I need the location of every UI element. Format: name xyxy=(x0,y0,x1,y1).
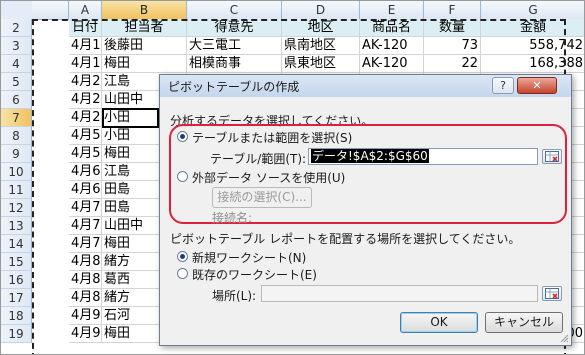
column-header-d[interactable]: D xyxy=(282,1,360,20)
radio-existing-worksheet-label[interactable]: 既存のワークシート(E) xyxy=(192,266,317,283)
table-range-label: テーブル/範囲(T): xyxy=(210,152,307,166)
close-button[interactable]: ✕ xyxy=(517,77,557,94)
active-cell-b7[interactable] xyxy=(102,108,159,128)
row-header-5[interactable]: 5 xyxy=(1,73,32,91)
row-header-10[interactable]: 10 xyxy=(1,163,32,181)
header-cell[interactable]: 担当者 xyxy=(102,19,187,37)
radio-table-range-label[interactable]: テーブルまたは範囲を選択(S) xyxy=(192,129,352,146)
table-cell[interactable]: 4月6日 xyxy=(69,181,102,199)
row-header-9[interactable]: 9 xyxy=(1,145,32,163)
table-cell[interactable]: 4月2日 xyxy=(69,91,102,109)
row-header-6[interactable]: 6 xyxy=(1,91,32,109)
section-location-label: ピボットテーブル レポートを配置する場所を選択してください。 xyxy=(170,232,521,246)
header-cell[interactable]: 日付 xyxy=(69,19,102,37)
row-header-13[interactable]: 13 xyxy=(1,217,32,235)
radio-new-worksheet-label[interactable]: 新規ワークシート(N) xyxy=(192,249,306,266)
table-cell[interactable]: 558,742 xyxy=(481,37,584,55)
location-label: 場所(L): xyxy=(212,289,257,303)
table-cell[interactable]: 4月7日 xyxy=(69,217,102,235)
table-cell[interactable]: 4月9日 xyxy=(69,325,102,343)
table-cell[interactable]: 後藤田 xyxy=(102,37,187,55)
row-header-14[interactable]: 14 xyxy=(1,235,32,253)
row-header-19[interactable]: 19 xyxy=(1,325,32,343)
select-all-corner[interactable] xyxy=(1,1,33,21)
column-header-b[interactable]: B xyxy=(102,1,187,20)
excel-window: ABCDEFG 2 3 4 5 6 7 8 9 10 11 12 13 14 15 16 17 18 19 日付担… xyxy=(0,0,585,355)
radio-new-worksheet[interactable] xyxy=(177,251,188,262)
radio-existing-worksheet[interactable] xyxy=(177,268,188,279)
help-button[interactable]: ? xyxy=(492,77,514,94)
table-cell[interactable]: 4月1日 xyxy=(69,55,102,73)
row-header-7[interactable]: 7 xyxy=(1,109,32,127)
table-range-input[interactable]: データ!$A$2:$G$60 xyxy=(308,148,538,165)
table-cell[interactable]: 県南地区 xyxy=(282,37,360,55)
header-cell[interactable]: 商品名 xyxy=(360,19,424,37)
table-cell[interactable]: 梅田 xyxy=(102,55,187,73)
column-header-blank[interactable] xyxy=(32,1,69,20)
range-select-icon xyxy=(545,288,559,299)
table-cell[interactable]: AK-120 xyxy=(360,55,424,73)
dialog-title: ピボットテーブルの作成 xyxy=(168,80,300,94)
ok-button[interactable]: OK xyxy=(400,312,478,333)
column-header-f[interactable]: F xyxy=(424,1,481,20)
row-header-12[interactable]: 12 xyxy=(1,199,32,217)
column-header-c[interactable]: C xyxy=(187,1,282,20)
table-cell[interactable]: 73 xyxy=(424,37,481,55)
row-header-11[interactable]: 11 xyxy=(1,181,32,199)
row-header-8[interactable]: 8 xyxy=(1,127,32,145)
row-header-16[interactable]: 16 xyxy=(1,271,32,289)
table-cell[interactable]: 4月9日 xyxy=(69,307,102,325)
table-range-picker-button[interactable] xyxy=(542,149,562,164)
table-cell[interactable]: 4月8日 xyxy=(69,271,102,289)
row-header-4[interactable]: 4 xyxy=(1,55,32,73)
header-cell[interactable]: 地区 xyxy=(282,19,360,37)
table-cell[interactable]: AK-120 xyxy=(360,37,424,55)
table-cell[interactable]: 4月7日 xyxy=(69,199,102,217)
column-header-a[interactable]: A xyxy=(69,1,102,20)
table-cell[interactable]: 4月2日 xyxy=(69,109,102,127)
row-header-17[interactable]: 17 xyxy=(1,289,32,307)
table-range-value: データ!$A$2:$G$60 xyxy=(311,149,429,163)
resize-grip-icon[interactable] xyxy=(559,333,569,343)
range-select-icon xyxy=(545,151,559,162)
table-cell[interactable]: 4月7日 xyxy=(69,235,102,253)
table-cell[interactable]: 4月5日 xyxy=(69,145,102,163)
table-cell[interactable]: 4月1日 xyxy=(69,37,102,55)
dialog-title-bar[interactable]: ピボットテーブルの作成 ? ✕ xyxy=(160,75,571,97)
table-cell[interactable]: 4月6日 xyxy=(69,163,102,181)
header-cell[interactable]: 得意先 xyxy=(187,19,282,37)
radio-external-source-label[interactable]: 外部データ ソースを使用(U) xyxy=(192,169,345,186)
choose-connection-button[interactable]: 接続の選択(C)... xyxy=(212,187,312,208)
row-header-3[interactable]: 3 xyxy=(1,37,32,55)
radio-table-range[interactable] xyxy=(177,131,188,142)
table-cell[interactable]: 4月2日 xyxy=(69,73,102,91)
row-header-15[interactable]: 15 xyxy=(1,253,32,271)
table-cell[interactable]: 県東地区 xyxy=(282,55,360,73)
table-cell[interactable]: 168,388 xyxy=(481,55,584,73)
connection-name-label: 接続名: xyxy=(212,211,253,225)
table-cell[interactable]: 4月8日 xyxy=(69,289,102,307)
location-input[interactable] xyxy=(261,285,538,302)
table-cell[interactable]: 4月5日 xyxy=(69,127,102,145)
column-header-e[interactable]: E xyxy=(360,1,424,20)
table-cell[interactable]: 大三電工 xyxy=(187,37,282,55)
header-cell[interactable]: 金額 xyxy=(481,19,584,37)
cancel-button[interactable]: キャンセル xyxy=(485,312,563,333)
radio-external-source[interactable] xyxy=(177,171,188,182)
row-header-18[interactable]: 18 xyxy=(1,307,32,325)
create-pivottable-dialog: ピボットテーブルの作成 ? ✕ 分析するデータを選択してください。 テーブルまた… xyxy=(159,74,572,346)
table-cell[interactable]: 4月8日 xyxy=(69,253,102,271)
column-header-g[interactable]: G xyxy=(481,1,584,20)
location-picker-button[interactable] xyxy=(542,286,562,301)
table-cell[interactable]: 相模商事 xyxy=(187,55,282,73)
row-header-2[interactable]: 2 xyxy=(1,19,32,37)
table-cell[interactable]: 22 xyxy=(424,55,481,73)
header-cell[interactable]: 数量 xyxy=(424,19,481,37)
